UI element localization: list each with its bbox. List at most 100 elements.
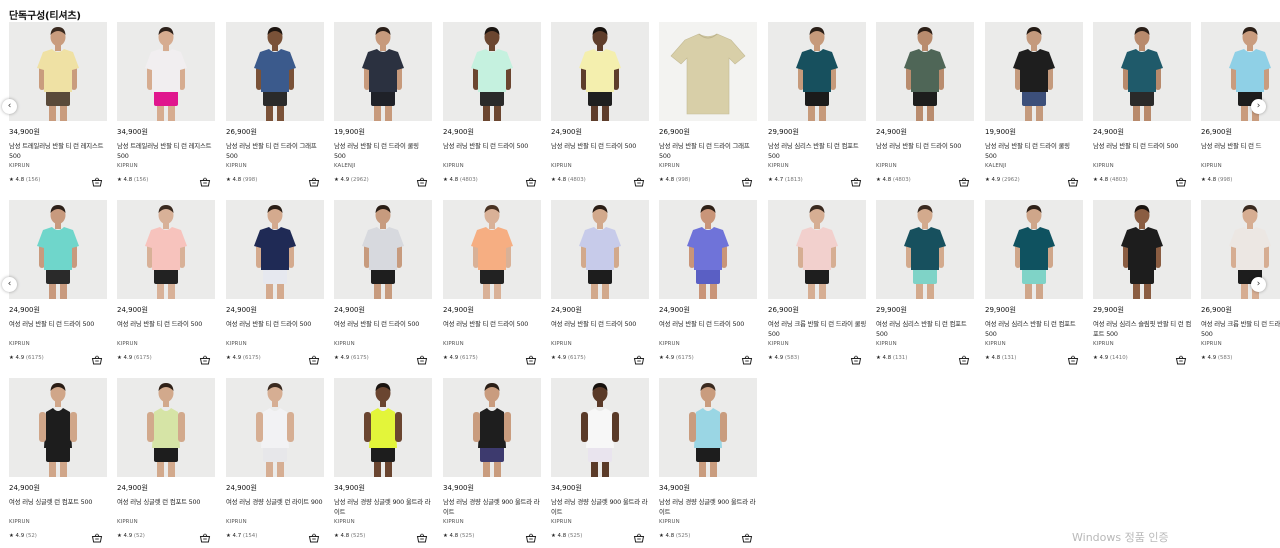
product-image[interactable] [551, 22, 649, 121]
product-name[interactable]: 남성 러닝 반팔 티 런 드라이 그래프 500 [659, 141, 757, 161]
add-to-cart-icon[interactable] [958, 351, 970, 365]
add-to-cart-icon[interactable] [741, 529, 753, 543]
product-image[interactable] [443, 378, 541, 477]
add-to-cart-icon[interactable] [91, 351, 103, 365]
product-image[interactable] [9, 200, 107, 299]
carousel-next-button[interactable]: › [1251, 277, 1266, 292]
product-card[interactable]: 26,900원여성 러닝 크롭 반팔 티 런 드라이 쿨링 500 KIPRUN ★… [768, 200, 866, 370]
product-card[interactable]: 34,900원 남성 러닝 경량 싱글렛 900 울트라 라이트 KIPRUN ★ 4… [334, 378, 432, 548]
product-name[interactable]: 남성 러닝 반팔 티 런 드 [1201, 141, 1280, 151]
product-name[interactable]: 여성 러닝 경량 싱글렛 런 라이트 900 [226, 497, 324, 507]
product-card[interactable]: 24,900원 여성 러닝 반팔 티 런 드라이 500 KIPRUN ★ 4.9 (… [9, 200, 107, 370]
product-card[interactable]: 34,900원 남성 트레일러닝 반팔 티 런 레지스트 500 KIPRUN ★ 4… [9, 22, 107, 192]
product-card[interactable]: 24,900원 남성 러닝 반팔 티 런 드라이 500 KIPRUN ★ 4.8 (… [443, 22, 541, 192]
product-card[interactable]: 26,900원 남성 러닝 반팔 티 런 드라이 그래프 500 KIPRUN ★ 4… [226, 22, 324, 192]
product-name[interactable]: 남성 러닝 반팔 티 런 드라이 500 [443, 141, 541, 151]
product-card[interactable]: 24,900원 여성 러닝 반팔 티 런 드라이 500 KIPRUN ★ 4.9 (… [443, 200, 541, 370]
product-card[interactable]: 19,900원 남성 러닝 반팔 티 런 드라이 쿨링 500 KALENJI ★ 4… [334, 22, 432, 192]
product-name[interactable]: 여성 러닝 반팔 티 런 드라이 500 [443, 319, 541, 329]
product-card[interactable]: 29,900원 여성 러닝 심리스 슬림핏 반팔 티 런 컴포트 500 KIPRU… [1093, 200, 1191, 370]
product-name[interactable]: 남성 러닝 경량 싱글렛 900 울트라 라이트 [334, 497, 432, 517]
add-to-cart-icon[interactable] [1067, 351, 1079, 365]
add-to-cart-icon[interactable] [91, 173, 103, 187]
product-card[interactable]: 19,900원 남성 러닝 반팔 티 런 드라이 쿨링 500 KALENJI ★ 4… [985, 22, 1083, 192]
add-to-cart-icon[interactable] [633, 351, 645, 365]
product-card[interactable]: 24,900원 여성 러닝 싱글렛 런 컴포트 500 KIPRUN ★ 4.9 (5… [117, 378, 215, 548]
product-image[interactable] [768, 200, 866, 299]
product-card[interactable]: 29,900원 여성 러닝 심리스 반팔 티 런 컴포트 500 KIPRUN ★ 4… [876, 200, 974, 370]
add-to-cart-icon[interactable] [1175, 351, 1187, 365]
product-name[interactable]: 여성 러닝 크롭 반팔 티 런 드라이 쿨링 500 [1201, 319, 1280, 339]
product-image[interactable] [334, 378, 432, 477]
product-card[interactable]: 24,900원 여성 러닝 반팔 티 런 드라이 500 KIPRUN ★ 4.9 (… [117, 200, 215, 370]
product-name[interactable]: 여성 러닝 반팔 티 런 드라이 500 [334, 319, 432, 329]
product-name[interactable]: 남성 러닝 경량 싱글렛 900 울트라 라이트 [443, 497, 541, 517]
product-name[interactable]: 남성 러닝 반팔 티 런 드라이 500 [1093, 141, 1191, 151]
product-card[interactable]: 26,900원 남성 러닝 반팔 티 런 드라이 그래프 500 KIPRUN ★ 4… [659, 22, 757, 192]
add-to-cart-icon[interactable] [416, 529, 428, 543]
product-image[interactable] [985, 200, 1083, 299]
product-image[interactable] [226, 200, 324, 299]
product-name[interactable]: 남성 러닝 반팔 티 런 드라이 500 [551, 141, 649, 151]
add-to-cart-icon[interactable] [308, 173, 320, 187]
add-to-cart-icon[interactable] [850, 351, 862, 365]
product-image[interactable] [659, 378, 757, 477]
product-image[interactable] [226, 22, 324, 121]
product-image[interactable] [443, 200, 541, 299]
product-card[interactable]: 34,900원 남성 트레일러닝 반팔 티 런 레지스트 500 KIPRUN ★ 4… [117, 22, 215, 192]
product-image[interactable] [226, 378, 324, 477]
product-name[interactable]: 여성 러닝 심리스 반팔 티 런 컴포트 500 [876, 319, 974, 339]
product-name[interactable]: 남성 러닝 심리스 반팔 티 런 컴포트 500 [768, 141, 866, 161]
product-image[interactable] [443, 22, 541, 121]
product-image[interactable] [659, 200, 757, 299]
product-name[interactable]: 남성 러닝 반팔 티 런 드라이 그래프 500 [226, 141, 324, 161]
product-name[interactable]: 남성 트레일러닝 반팔 티 런 레지스트 500 [117, 141, 215, 161]
product-name[interactable]: 남성 러닝 반팔 티 런 드라이 쿨링 500 [334, 141, 432, 161]
add-to-cart-icon[interactable] [633, 173, 645, 187]
carousel-prev-button[interactable]: ‹ [2, 99, 17, 114]
product-image[interactable] [1093, 22, 1191, 121]
add-to-cart-icon[interactable] [633, 529, 645, 543]
product-image[interactable] [768, 22, 866, 121]
product-name[interactable]: 여성 러닝 심리스 반팔 티 런 컴포트 500 [985, 319, 1083, 339]
product-card[interactable]: 26,900원여성 러닝 크롭 반팔 티 런 드라이 쿨링 500 KIPRUN ★… [1201, 200, 1280, 370]
product-image[interactable] [876, 200, 974, 299]
product-card[interactable]: 24,900원 여성 러닝 반팔 티 런 드라이 500 KIPRUN ★ 4.9 (… [551, 200, 649, 370]
product-card[interactable]: 34,900원 남성 러닝 경량 싱글렛 900 울트라 라이트 KIPRUN ★ 4… [551, 378, 649, 548]
add-to-cart-icon[interactable] [199, 529, 211, 543]
product-name[interactable]: 여성 러닝 반팔 티 런 드라이 500 [659, 319, 757, 329]
product-card[interactable]: 29,900원 여성 러닝 심리스 반팔 티 런 컴포트 500 KIPRUN ★ 4… [985, 200, 1083, 370]
add-to-cart-icon[interactable] [525, 351, 537, 365]
product-image[interactable] [9, 378, 107, 477]
product-image[interactable] [117, 378, 215, 477]
product-name[interactable]: 여성 러닝 싱글렛 런 컴포트 500 [117, 497, 215, 507]
product-card[interactable]: 34,900원 남성 러닝 경량 싱글렛 900 울트라 라이트 KIPRUN ★ 4… [443, 378, 541, 548]
product-image[interactable] [117, 200, 215, 299]
product-image[interactable] [117, 22, 215, 121]
add-to-cart-icon[interactable] [525, 529, 537, 543]
product-card[interactable]: 24,900원 여성 러닝 반팔 티 런 드라이 500 KIPRUN ★ 4.9 (… [659, 200, 757, 370]
product-card[interactable]: 34,900원 남성 러닝 경량 싱글렛 900 울트라 라이트 KIPRUN ★ 4… [659, 378, 757, 548]
product-image[interactable] [1201, 200, 1280, 299]
product-image[interactable] [9, 22, 107, 121]
add-to-cart-icon[interactable] [1067, 173, 1079, 187]
add-to-cart-icon[interactable] [1175, 173, 1187, 187]
product-name[interactable]: 여성 러닝 반팔 티 런 드라이 500 [551, 319, 649, 329]
product-image[interactable] [659, 22, 757, 121]
product-image[interactable] [334, 22, 432, 121]
product-name[interactable]: 남성 러닝 경량 싱글렛 900 울트라 라이트 [659, 497, 757, 517]
product-card[interactable]: 29,900원 남성 러닝 심리스 반팔 티 런 컴포트 500 KIPRUN ★ 4… [768, 22, 866, 192]
product-card[interactable]: 24,900원 남성 러닝 반팔 티 런 드라이 500 KIPRUN ★ 4.8 (… [876, 22, 974, 192]
product-name[interactable]: 여성 러닝 심리스 슬림핏 반팔 티 런 컴포트 500 [1093, 319, 1191, 339]
product-image[interactable] [985, 22, 1083, 121]
product-card[interactable]: 26,900원 남성 러닝 반팔 티 런 드 KIPRUN ★ 4.8 (998) [1201, 22, 1280, 192]
product-name[interactable]: 여성 러닝 크롭 반팔 티 런 드라이 쿨링 500 [768, 319, 866, 339]
product-name[interactable]: 남성 러닝 경량 싱글렛 900 울트라 라이트 [551, 497, 649, 517]
product-name[interactable]: 여성 러닝 싱글렛 런 컴포트 500 [9, 497, 107, 507]
product-image[interactable] [1093, 200, 1191, 299]
product-name[interactable]: 여성 러닝 반팔 티 런 드라이 500 [226, 319, 324, 329]
carousel-prev-button[interactable]: ‹ [2, 277, 17, 292]
add-to-cart-icon[interactable] [308, 529, 320, 543]
add-to-cart-icon[interactable] [741, 173, 753, 187]
add-to-cart-icon[interactable] [416, 173, 428, 187]
